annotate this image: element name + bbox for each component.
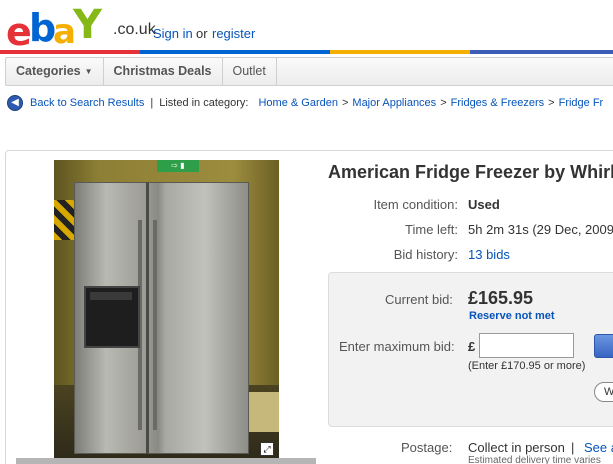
chevron-down-icon: ▼ [84, 67, 93, 76]
exit-sign-icon: ⇨ ▮ [157, 160, 199, 172]
breadcrumb-home-garden[interactable]: Home & Garden [258, 97, 337, 109]
min-bid-hint: (Enter £170.95 or more) [468, 360, 586, 372]
back-arrow-icon[interactable]: ◀ [7, 95, 23, 111]
current-bid-price: £165.95 [468, 288, 534, 308]
detail-label: Item condition: [373, 197, 458, 212]
nav-christmas-deals[interactable]: Christmas Deals [104, 58, 223, 85]
max-bid-label: Enter maximum bid: [339, 339, 455, 354]
postage-value: Collect in person [468, 440, 565, 455]
currency-symbol: £ [468, 339, 476, 354]
nav-outlet[interactable]: Outlet [223, 58, 277, 85]
reserve-status-link[interactable]: Reserve not met [469, 310, 555, 322]
breadcrumb-arrow: > [341, 97, 349, 109]
listed-in-label: Listed in category: [159, 97, 249, 109]
breadcrumb-fridges-freezers[interactable]: Fridges & Freezers [451, 97, 545, 109]
thumbnail-strip[interactable] [16, 458, 316, 464]
breadcrumb-fridge-fr[interactable]: Fridge Fr [559, 97, 604, 109]
watch-button[interactable]: W [594, 382, 613, 402]
detail-value: Used [468, 197, 500, 212]
nav-categories[interactable]: Categories ▼ [6, 58, 104, 85]
main-nav: Categories ▼ Christmas Deals Outlet [5, 57, 613, 86]
sign-in-or-text: or [196, 26, 208, 41]
zoom-icon[interactable]: ⤢ [260, 442, 274, 456]
postage-divider: | [571, 440, 575, 455]
detail-label: Bid history: [393, 247, 458, 262]
place-bid-button[interactable] [594, 334, 613, 358]
delivery-note: Estimated delivery time varies [468, 455, 601, 464]
site-domain: .co.uk [113, 21, 156, 38]
breadcrumb: ◀ Back to Search Results | Listed in cat… [7, 94, 603, 112]
detail-time-left: Time left: 5h 2m 31s (29 Dec, 2009 [328, 222, 613, 240]
brand-color-bar [0, 50, 613, 54]
detail-condition: Item condition: Used [328, 197, 613, 215]
postage-details-link[interactable]: See al [584, 440, 613, 455]
register-link[interactable]: register [212, 26, 255, 41]
bid-history-link[interactable]: 13 bids [468, 247, 510, 262]
back-to-search-link[interactable]: Back to Search Results [30, 97, 144, 109]
max-bid-input[interactable] [479, 333, 574, 358]
product-photo[interactable]: ⇨ ▮ ⤢ [54, 160, 279, 460]
breadcrumb-divider: | [150, 97, 154, 109]
detail-bid-history: Bid history: 13 bids [328, 247, 613, 265]
breadcrumb-arrow: > [548, 97, 555, 109]
ebay-logo[interactable]: e b a Y [6, 2, 104, 54]
detail-label: Time left: [405, 222, 458, 237]
breadcrumb-arrow: > [440, 97, 447, 109]
sign-in-link[interactable]: Sign in [153, 26, 193, 41]
current-bid-label: Current bid: [385, 292, 453, 307]
site-header: e b a Y .co.uk Sign in or register [0, 0, 613, 54]
breadcrumb-major-appliances[interactable]: Major Appliances [352, 97, 436, 109]
postage-label: Postage: [401, 440, 453, 455]
detail-value: 5h 2m 31s (29 Dec, 2009 [468, 222, 613, 237]
item-title: American Fridge Freezer by Whirl [328, 162, 613, 182]
